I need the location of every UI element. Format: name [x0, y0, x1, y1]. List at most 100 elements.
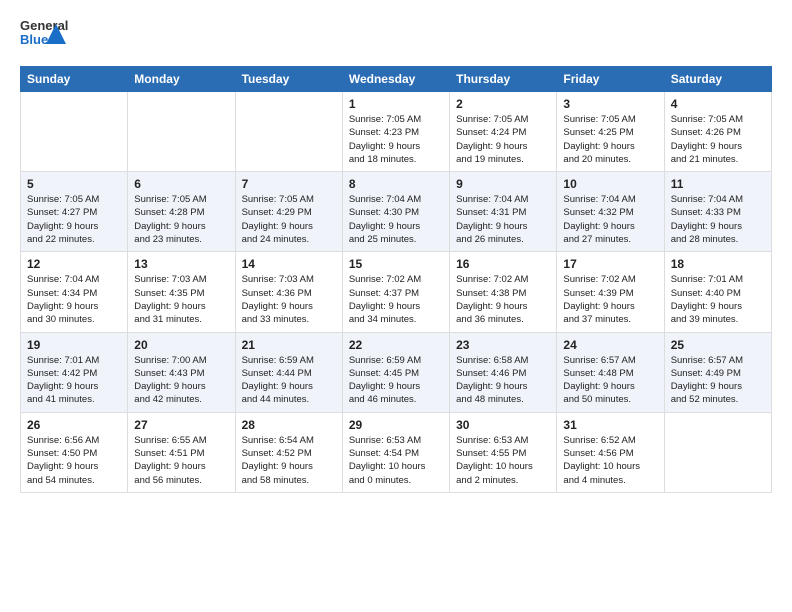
day-info: Sunrise: 7:05 AMSunset: 4:29 PMDaylight:…	[242, 193, 336, 246]
day-number: 5	[27, 177, 121, 191]
day-number: 22	[349, 338, 443, 352]
day-info: Sunrise: 7:02 AMSunset: 4:39 PMDaylight:…	[563, 273, 657, 326]
day-number: 4	[671, 97, 765, 111]
day-number: 2	[456, 97, 550, 111]
page: General Blue Sunday Monday Tuesday Wedne…	[0, 0, 792, 612]
calendar-cell: 3 Sunrise: 7:05 AMSunset: 4:25 PMDaylight…	[557, 92, 664, 172]
calendar-cell: 31 Sunrise: 6:52 AMSunset: 4:56 PMDayligh…	[557, 412, 664, 492]
day-number: 13	[134, 257, 228, 271]
calendar-cell: 15 Sunrise: 7:02 AMSunset: 4:37 PMDayligh…	[342, 252, 449, 332]
day-number: 23	[456, 338, 550, 352]
day-number: 19	[27, 338, 121, 352]
day-number: 16	[456, 257, 550, 271]
calendar-cell: 10 Sunrise: 7:04 AMSunset: 4:32 PMDayligh…	[557, 172, 664, 252]
calendar-cell	[21, 92, 128, 172]
calendar-cell: 14Sunrise: 7:03 AMSunset: 4:36 PMDayligh…	[235, 252, 342, 332]
calendar-cell: 7Sunrise: 7:05 AMSunset: 4:29 PMDaylight…	[235, 172, 342, 252]
day-number: 24	[563, 338, 657, 352]
calendar-cell: 25 Sunrise: 6:57 AMSunset: 4:49 PMDayligh…	[664, 332, 771, 412]
calendar-cell: 30 Sunrise: 6:53 AMSunset: 4:55 PMDayligh…	[450, 412, 557, 492]
day-info: Sunrise: 6:53 AMSunset: 4:55 PMDaylight:…	[456, 434, 550, 487]
day-info: Sunrise: 7:01 AMSunset: 4:40 PMDaylight:…	[671, 273, 765, 326]
day-info: Sunrise: 7:05 AMSunset: 4:25 PMDaylight:…	[563, 113, 657, 166]
day-number: 11	[671, 177, 765, 191]
day-number: 25	[671, 338, 765, 352]
calendar-row-2: 5 Sunrise: 7:05 AMSunset: 4:27 PMDaylight…	[21, 172, 772, 252]
day-info: Sunrise: 7:01 AMSunset: 4:42 PMDaylight:…	[27, 354, 121, 407]
day-number: 17	[563, 257, 657, 271]
day-info: Sunrise: 6:57 AMSunset: 4:49 PMDaylight:…	[671, 354, 765, 407]
day-info: Sunrise: 7:04 AMSunset: 4:32 PMDaylight:…	[563, 193, 657, 246]
day-number: 10	[563, 177, 657, 191]
calendar-cell: 23 Sunrise: 6:58 AMSunset: 4:46 PMDayligh…	[450, 332, 557, 412]
day-info: Sunrise: 6:56 AMSunset: 4:50 PMDaylight:…	[27, 434, 121, 487]
day-info: Sunrise: 7:04 AMSunset: 4:33 PMDaylight:…	[671, 193, 765, 246]
calendar-cell: 13 Sunrise: 7:03 AMSunset: 4:35 PMDayligh…	[128, 252, 235, 332]
calendar-cell	[128, 92, 235, 172]
day-info: Sunrise: 7:05 AMSunset: 4:27 PMDaylight:…	[27, 193, 121, 246]
day-number: 20	[134, 338, 228, 352]
calendar-cell: 21Sunrise: 6:59 AMSunset: 4:44 PMDayligh…	[235, 332, 342, 412]
day-info: Sunrise: 7:05 AMSunset: 4:23 PMDaylight:…	[349, 113, 443, 166]
day-number: 18	[671, 257, 765, 271]
day-info: Sunrise: 7:00 AMSunset: 4:43 PMDaylight:…	[134, 354, 228, 407]
day-info: Sunrise: 7:04 AMSunset: 4:31 PMDaylight:…	[456, 193, 550, 246]
header-tuesday: Tuesday	[235, 67, 342, 92]
day-info: Sunrise: 6:54 AMSunset: 4:52 PMDaylight:…	[242, 434, 336, 487]
day-number: 8	[349, 177, 443, 191]
calendar-row-4: 19 Sunrise: 7:01 AMSunset: 4:42 PMDayligh…	[21, 332, 772, 412]
logo-icon: General Blue	[20, 16, 68, 54]
calendar-table: Sunday Monday Tuesday Wednesday Thursday…	[20, 66, 772, 493]
day-number: 29	[349, 418, 443, 432]
calendar-cell: 1 Sunrise: 7:05 AMSunset: 4:23 PMDaylight…	[342, 92, 449, 172]
calendar-cell: 2 Sunrise: 7:05 AMSunset: 4:24 PMDaylight…	[450, 92, 557, 172]
day-number: 28	[242, 418, 336, 432]
day-number: 31	[563, 418, 657, 432]
day-number: 27	[134, 418, 228, 432]
day-info: Sunrise: 6:57 AMSunset: 4:48 PMDaylight:…	[563, 354, 657, 407]
calendar-cell: 6Sunrise: 7:05 AMSunset: 4:28 PMDaylight…	[128, 172, 235, 252]
day-info: Sunrise: 6:52 AMSunset: 4:56 PMDaylight:…	[563, 434, 657, 487]
day-number: 9	[456, 177, 550, 191]
day-number: 1	[349, 97, 443, 111]
day-info: Sunrise: 7:05 AMSunset: 4:24 PMDaylight:…	[456, 113, 550, 166]
calendar-cell	[235, 92, 342, 172]
day-number: 30	[456, 418, 550, 432]
calendar-cell: 24 Sunrise: 6:57 AMSunset: 4:48 PMDayligh…	[557, 332, 664, 412]
calendar-cell: 8Sunrise: 7:04 AMSunset: 4:30 PMDaylight…	[342, 172, 449, 252]
day-info: Sunrise: 6:58 AMSunset: 4:46 PMDaylight:…	[456, 354, 550, 407]
header-sunday: Sunday	[21, 67, 128, 92]
calendar-cell: 18 Sunrise: 7:01 AMSunset: 4:40 PMDayligh…	[664, 252, 771, 332]
calendar-cell: 5 Sunrise: 7:05 AMSunset: 4:27 PMDaylight…	[21, 172, 128, 252]
day-info: Sunrise: 7:02 AMSunset: 4:37 PMDaylight:…	[349, 273, 443, 326]
header-friday: Friday	[557, 67, 664, 92]
calendar-cell: 29 Sunrise: 6:53 AMSunset: 4:54 PMDayligh…	[342, 412, 449, 492]
day-number: 15	[349, 257, 443, 271]
logo-svg: General Blue	[20, 16, 68, 54]
day-number: 3	[563, 97, 657, 111]
header-wednesday: Wednesday	[342, 67, 449, 92]
day-info: Sunrise: 6:53 AMSunset: 4:54 PMDaylight:…	[349, 434, 443, 487]
header-saturday: Saturday	[664, 67, 771, 92]
header-monday: Monday	[128, 67, 235, 92]
calendar-cell: 22 Sunrise: 6:59 AMSunset: 4:45 PMDayligh…	[342, 332, 449, 412]
calendar-row-3: 12Sunrise: 7:04 AMSunset: 4:34 PMDayligh…	[21, 252, 772, 332]
day-info: Sunrise: 6:59 AMSunset: 4:45 PMDaylight:…	[349, 354, 443, 407]
calendar-cell: 17 Sunrise: 7:02 AMSunset: 4:39 PMDayligh…	[557, 252, 664, 332]
header-thursday: Thursday	[450, 67, 557, 92]
calendar-row-5: 26Sunrise: 6:56 AMSunset: 4:50 PMDayligh…	[21, 412, 772, 492]
day-info: Sunrise: 7:02 AMSunset: 4:38 PMDaylight:…	[456, 273, 550, 326]
svg-text:Blue: Blue	[20, 32, 48, 47]
day-info: Sunrise: 7:03 AMSunset: 4:36 PMDaylight:…	[242, 273, 336, 326]
calendar-cell: 16 Sunrise: 7:02 AMSunset: 4:38 PMDayligh…	[450, 252, 557, 332]
calendar-cell: 20 Sunrise: 7:00 AMSunset: 4:43 PMDayligh…	[128, 332, 235, 412]
day-info: Sunrise: 7:04 AMSunset: 4:34 PMDaylight:…	[27, 273, 121, 326]
calendar-row-1: 1 Sunrise: 7:05 AMSunset: 4:23 PMDaylight…	[21, 92, 772, 172]
header: General Blue	[20, 16, 772, 54]
day-info: Sunrise: 6:59 AMSunset: 4:44 PMDaylight:…	[242, 354, 336, 407]
calendar-cell: 12Sunrise: 7:04 AMSunset: 4:34 PMDayligh…	[21, 252, 128, 332]
calendar-cell: 11 Sunrise: 7:04 AMSunset: 4:33 PMDayligh…	[664, 172, 771, 252]
day-info: Sunrise: 7:05 AMSunset: 4:26 PMDaylight:…	[671, 113, 765, 166]
day-info: Sunrise: 7:03 AMSunset: 4:35 PMDaylight:…	[134, 273, 228, 326]
day-info: Sunrise: 7:05 AMSunset: 4:28 PMDaylight:…	[134, 193, 228, 246]
